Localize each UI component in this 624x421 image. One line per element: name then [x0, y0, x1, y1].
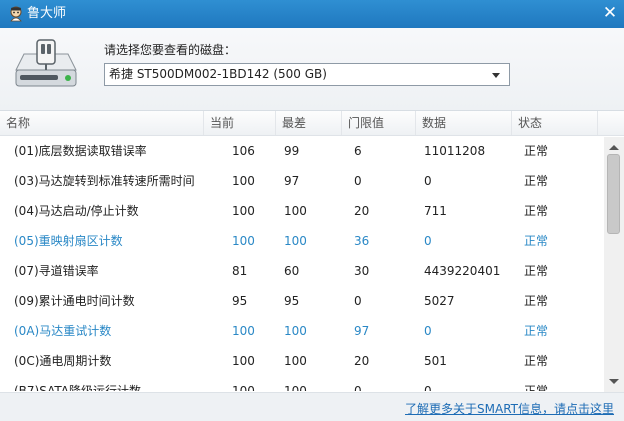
cell-threshold: 20	[354, 204, 370, 218]
cell-current: 100	[232, 174, 255, 188]
cell-worst: 100	[284, 384, 307, 391]
cell-name: (09)累计通电时间计数	[14, 294, 135, 308]
vertical-scrollbar[interactable]	[604, 137, 624, 392]
hard-disk-icon	[15, 39, 77, 87]
cell-name: (05)重映射扇区计数	[14, 234, 123, 248]
cell-status: 正常	[524, 384, 549, 391]
table-row[interactable]: (B7)SATA降级运行计数 100 100 0 0 正常	[0, 376, 600, 391]
cell-data: 11011208	[424, 144, 486, 158]
scroll-down-icon[interactable]	[609, 379, 619, 384]
footer-bar: 了解更多关于SMART信息，请点击这里	[0, 392, 624, 421]
cell-data: 0	[424, 384, 432, 391]
cell-worst: 100	[284, 354, 307, 368]
cell-threshold: 0	[354, 294, 362, 308]
table-row[interactable]: (01)底层数据读取错误率 106 99 6 11011208 正常	[0, 136, 600, 166]
cell-status: 正常	[524, 174, 549, 188]
cell-current: 100	[232, 354, 255, 368]
cell-name: (07)寻道错误率	[14, 264, 99, 278]
chevron-down-icon	[492, 73, 500, 78]
cell-worst: 99	[284, 144, 300, 158]
column-header-status[interactable]: 状态	[512, 111, 598, 135]
cell-current: 100	[232, 324, 255, 338]
cell-current: 81	[232, 264, 248, 278]
close-icon: ✕	[602, 3, 618, 23]
cell-data: 5027	[424, 294, 455, 308]
column-header-current[interactable]: 当前	[204, 111, 276, 135]
cell-threshold: 6	[354, 144, 362, 158]
scrollbar-thumb[interactable]	[607, 154, 620, 234]
cell-worst: 100	[284, 234, 307, 248]
smart-table: 名称 当前 最差 门限值 数据 状态 (01)底层数据读取错误率 106 99 6 11…	[0, 111, 624, 391]
title-bar: 鲁大师 ✕	[0, 0, 624, 28]
cell-status: 正常	[524, 324, 549, 338]
cell-current: 100	[232, 204, 255, 218]
cell-threshold: 97	[354, 324, 370, 338]
table-header: 名称 当前 最差 门限值 数据 状态	[0, 111, 624, 136]
disk-dropdown[interactable]: 希捷 ST500DM002-1BD142 (500 GB)	[104, 63, 510, 86]
cell-threshold: 30	[354, 264, 370, 278]
cell-worst: 100	[284, 324, 307, 338]
table-body: (01)底层数据读取错误率 106 99 6 11011208 正常 (03)马达旋转到标准…	[0, 136, 600, 391]
cell-status: 正常	[524, 354, 549, 368]
column-header-data[interactable]: 数据	[416, 111, 512, 135]
scroll-up-icon[interactable]	[609, 145, 619, 150]
column-header-name[interactable]: 名称	[0, 111, 204, 135]
cell-worst: 97	[284, 174, 300, 188]
cell-data: 711	[424, 204, 447, 218]
cell-threshold: 36	[354, 234, 370, 248]
disk-select-label: 请选择您要查看的磁盘：	[104, 43, 237, 57]
cell-data: 0	[424, 234, 432, 248]
cell-status: 正常	[524, 294, 549, 308]
cell-name: (0C)通电周期计数	[14, 354, 112, 368]
column-header-worst[interactable]: 最差	[276, 111, 342, 135]
table-row[interactable]: (07)寻道错误率 81 60 30 4439220401 正常	[0, 256, 600, 286]
cell-name: (04)马达启动/停止计数	[14, 204, 139, 218]
table-row[interactable]: (09)累计通电时间计数 95 95 0 5027 正常	[0, 286, 600, 316]
cell-threshold: 20	[354, 354, 370, 368]
cell-name: (B7)SATA降级运行计数	[14, 384, 141, 391]
cell-data: 4439220401	[424, 264, 501, 278]
cell-current: 100	[232, 234, 255, 248]
cell-name: (0A)马达重试计数	[14, 324, 112, 338]
window-title: 鲁大师	[27, 6, 67, 21]
cell-name: (01)底层数据读取错误率	[14, 144, 147, 158]
cell-worst: 95	[284, 294, 300, 308]
cell-current: 106	[232, 144, 255, 158]
cell-threshold: 0	[354, 174, 362, 188]
cell-worst: 60	[284, 264, 300, 278]
cell-status: 正常	[524, 204, 549, 218]
table-row[interactable]: (05)重映射扇区计数 100 100 36 0 正常	[0, 226, 600, 256]
cell-data: 501	[424, 354, 447, 368]
master-lu-icon	[10, 6, 22, 22]
close-button[interactable]: ✕	[596, 0, 624, 28]
cell-status: 正常	[524, 234, 549, 248]
table-row[interactable]: (0A)马达重试计数 100 100 97 0 正常	[0, 316, 600, 346]
column-header-threshold[interactable]: 门限值	[342, 111, 416, 135]
cell-worst: 100	[284, 204, 307, 218]
cell-data: 0	[424, 324, 432, 338]
cell-current: 95	[232, 294, 248, 308]
cell-name: (03)马达旋转到标准转速所需时间	[14, 174, 195, 188]
cell-status: 正常	[524, 144, 549, 158]
cell-threshold: 0	[354, 384, 362, 391]
cell-current: 100	[232, 384, 255, 391]
smart-info-link[interactable]: 了解更多关于SMART信息，请点击这里	[405, 400, 614, 417]
disk-dropdown-value: 希捷 ST500DM002-1BD142 (500 GB)	[109, 67, 327, 81]
table-row[interactable]: (04)马达启动/停止计数 100 100 20 711 正常	[0, 196, 600, 226]
table-row[interactable]: (03)马达旋转到标准转速所需时间 100 97 0 0 正常	[0, 166, 600, 196]
cell-status: 正常	[524, 264, 549, 278]
disk-selection-panel: 请选择您要查看的磁盘： 希捷 ST500DM002-1BD142 (500 GB…	[0, 28, 624, 111]
cell-data: 0	[424, 174, 432, 188]
table-row[interactable]: (0C)通电周期计数 100 100 20 501 正常	[0, 346, 600, 376]
